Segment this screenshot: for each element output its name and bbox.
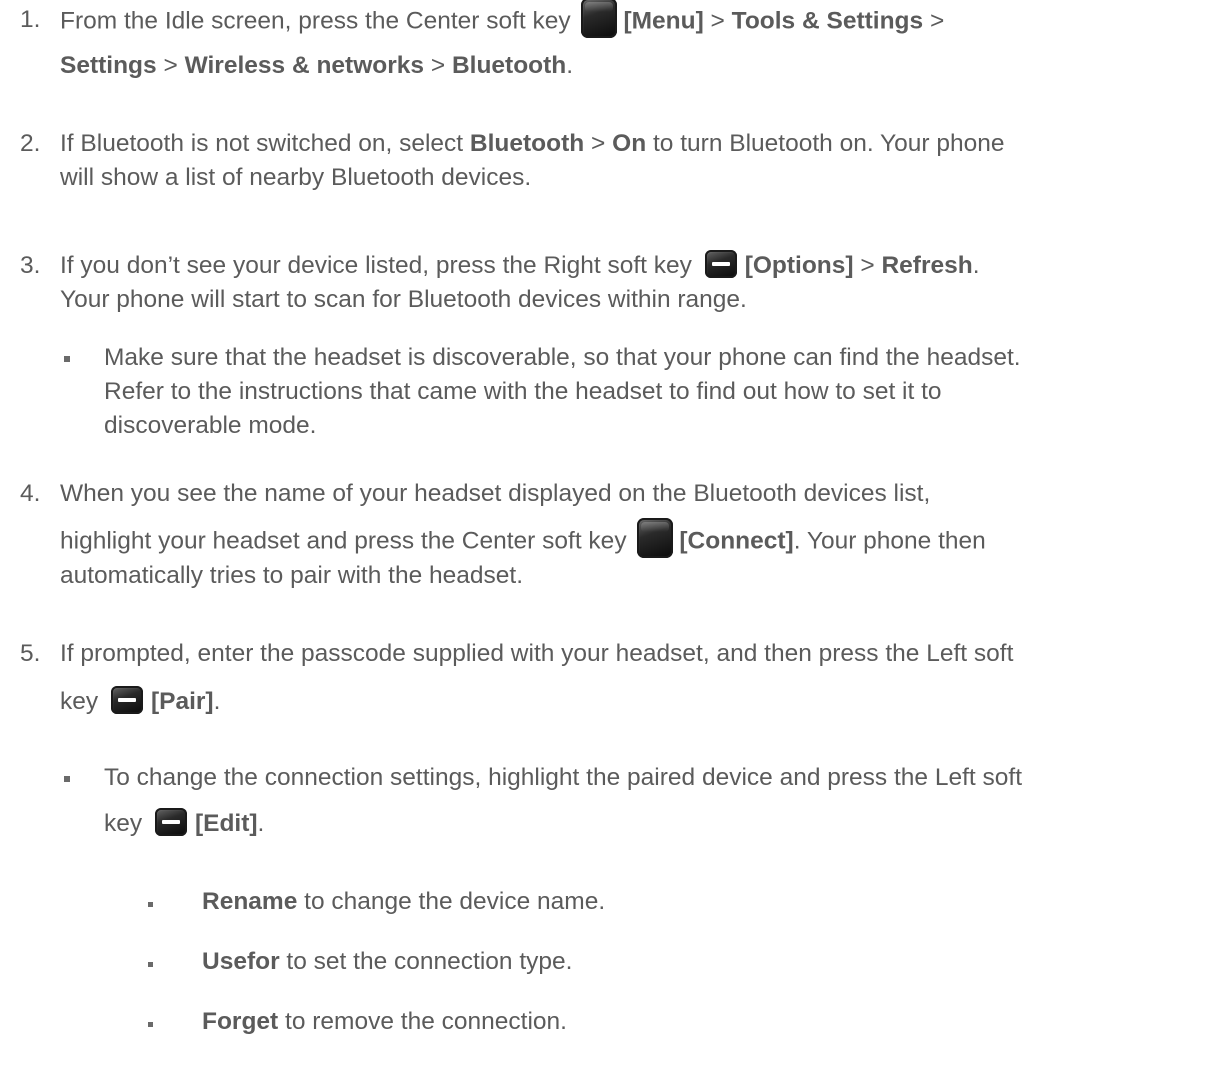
step-3-bullet-line-3: discoverable mode.: [104, 412, 317, 439]
step-3-bullet-line-1: Make sure that the headset is discoverab…: [104, 344, 1021, 371]
bullet-square-icon: [64, 776, 70, 782]
step-number: 5.: [20, 640, 41, 667]
step-3-line-2: Your phone will start to scan for Blueto…: [60, 286, 747, 313]
step-5-bullet-line-1: To change the connection settings, highl…: [104, 764, 1022, 791]
step-2-line-1: If Bluetooth is not switched on, select …: [60, 130, 1005, 157]
bullet-square-icon: [64, 356, 70, 362]
sub-item-usefor: Usefor to set the connection type.: [202, 948, 573, 975]
step-number: 1.: [20, 6, 41, 33]
center-soft-key-icon: [637, 518, 674, 558]
step-5-bullet-line-2: key [Edit].: [104, 807, 264, 838]
sub-item-rename: Rename to change the device name.: [202, 888, 606, 915]
center-soft-key-icon: [581, 0, 618, 38]
step-number: 2.: [20, 130, 41, 157]
sub-item-forget: Forget to remove the connection.: [202, 1008, 567, 1035]
step-4-line-3: automatically tries to pair with the hea…: [60, 562, 524, 589]
left-soft-key-icon: [154, 807, 187, 836]
step-4-line-1: When you see the name of your headset di…: [60, 480, 931, 507]
step-1-line-2: Settings > Wireless & networks > Bluetoo…: [60, 52, 574, 79]
step-1-line-1: From the Idle screen, press the Center s…: [60, 0, 944, 38]
right-soft-key-icon: [704, 249, 737, 278]
step-4-line-2: highlight your headset and press the Cen…: [60, 518, 986, 558]
step-number: 4.: [20, 480, 41, 507]
step-3-bullet-line-2: Refer to the instructions that came with…: [104, 378, 942, 405]
step-5-line-2: key [Pair].: [60, 685, 220, 716]
step-5-line-1: If prompted, enter the passcode supplied…: [60, 640, 1014, 667]
bullet-small-icon: [148, 902, 153, 907]
step-3-line-1: If you don’t see your device listed, pre…: [60, 249, 980, 280]
bullet-small-icon: [148, 962, 153, 967]
step-2-line-2: will show a list of nearby Bluetooth dev…: [60, 164, 532, 191]
left-soft-key-icon: [110, 685, 143, 714]
step-number: 3.: [20, 252, 41, 279]
bullet-small-icon: [148, 1022, 153, 1027]
